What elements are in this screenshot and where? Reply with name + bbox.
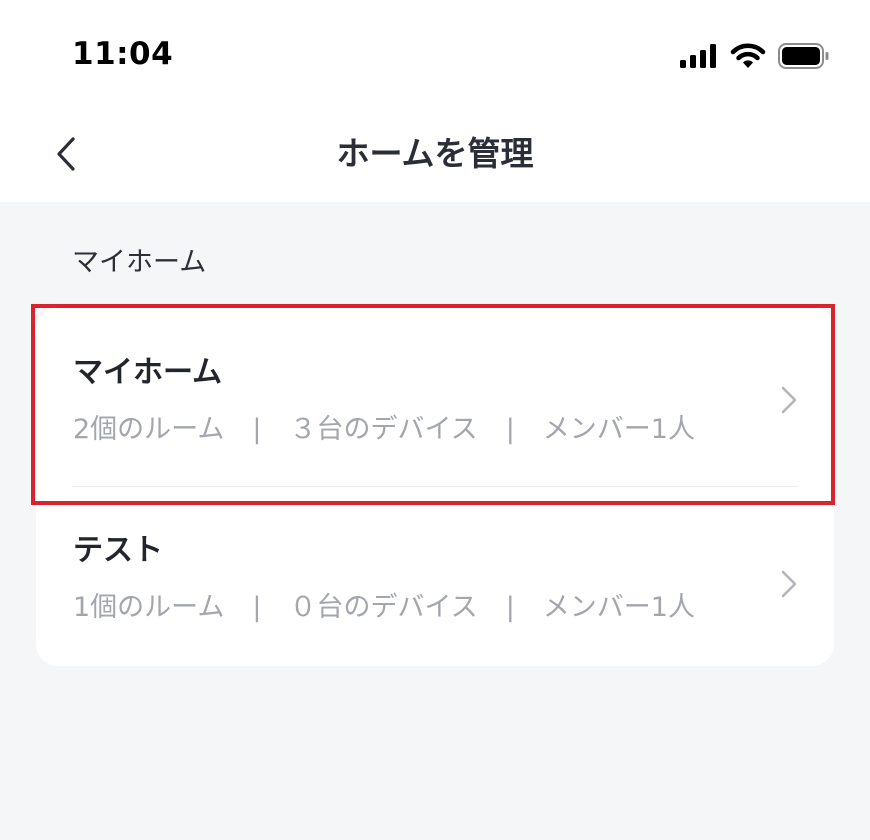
home-list-card: マイホーム 2個のルーム | ３台のデバイス | メンバー1人 テスト 1個のルーム | ０… [36, 307, 834, 666]
member-count: メンバー1人 [542, 414, 695, 445]
home-name: テスト [73, 533, 163, 568]
home-meta: 2個のルーム | ３台のデバイス | メンバー1人 [73, 407, 695, 446]
wifi-icon [730, 43, 766, 69]
meta-separator: | [505, 414, 515, 445]
chevron-right-icon [781, 570, 797, 598]
page-title: ホームを管理 [336, 134, 534, 173]
meta-separator: | [252, 592, 262, 623]
home-meta: 1個のルーム | ０台のデバイス | メンバー1人 [73, 585, 695, 624]
member-count: メンバー1人 [542, 592, 695, 623]
home-name: マイホーム [73, 355, 223, 390]
battery-icon [778, 43, 830, 69]
home-row-my-home[interactable]: マイホーム 2個のルーム | ３台のデバイス | メンバー1人 [36, 307, 834, 487]
status-time: 11:04 [72, 36, 174, 72]
meta-separator: | [505, 592, 515, 623]
back-button[interactable] [44, 130, 88, 178]
home-row-test[interactable]: テスト 1個のルーム | ０台のデバイス | メンバー1人 [36, 487, 834, 667]
chevron-right-icon [781, 386, 797, 414]
signal-icon [680, 44, 718, 68]
room-count: 2個のルーム [73, 414, 225, 445]
header-area: 11:04 ホームを管理 [0, 0, 870, 202]
room-count: 1個のルーム [73, 592, 225, 623]
meta-separator: | [252, 414, 262, 445]
device-count: ０台のデバイス [289, 592, 478, 623]
chevron-left-icon [57, 137, 75, 171]
device-count: ３台のデバイス [289, 414, 478, 445]
section-label: マイホーム [72, 247, 207, 278]
status-icons [680, 40, 830, 72]
